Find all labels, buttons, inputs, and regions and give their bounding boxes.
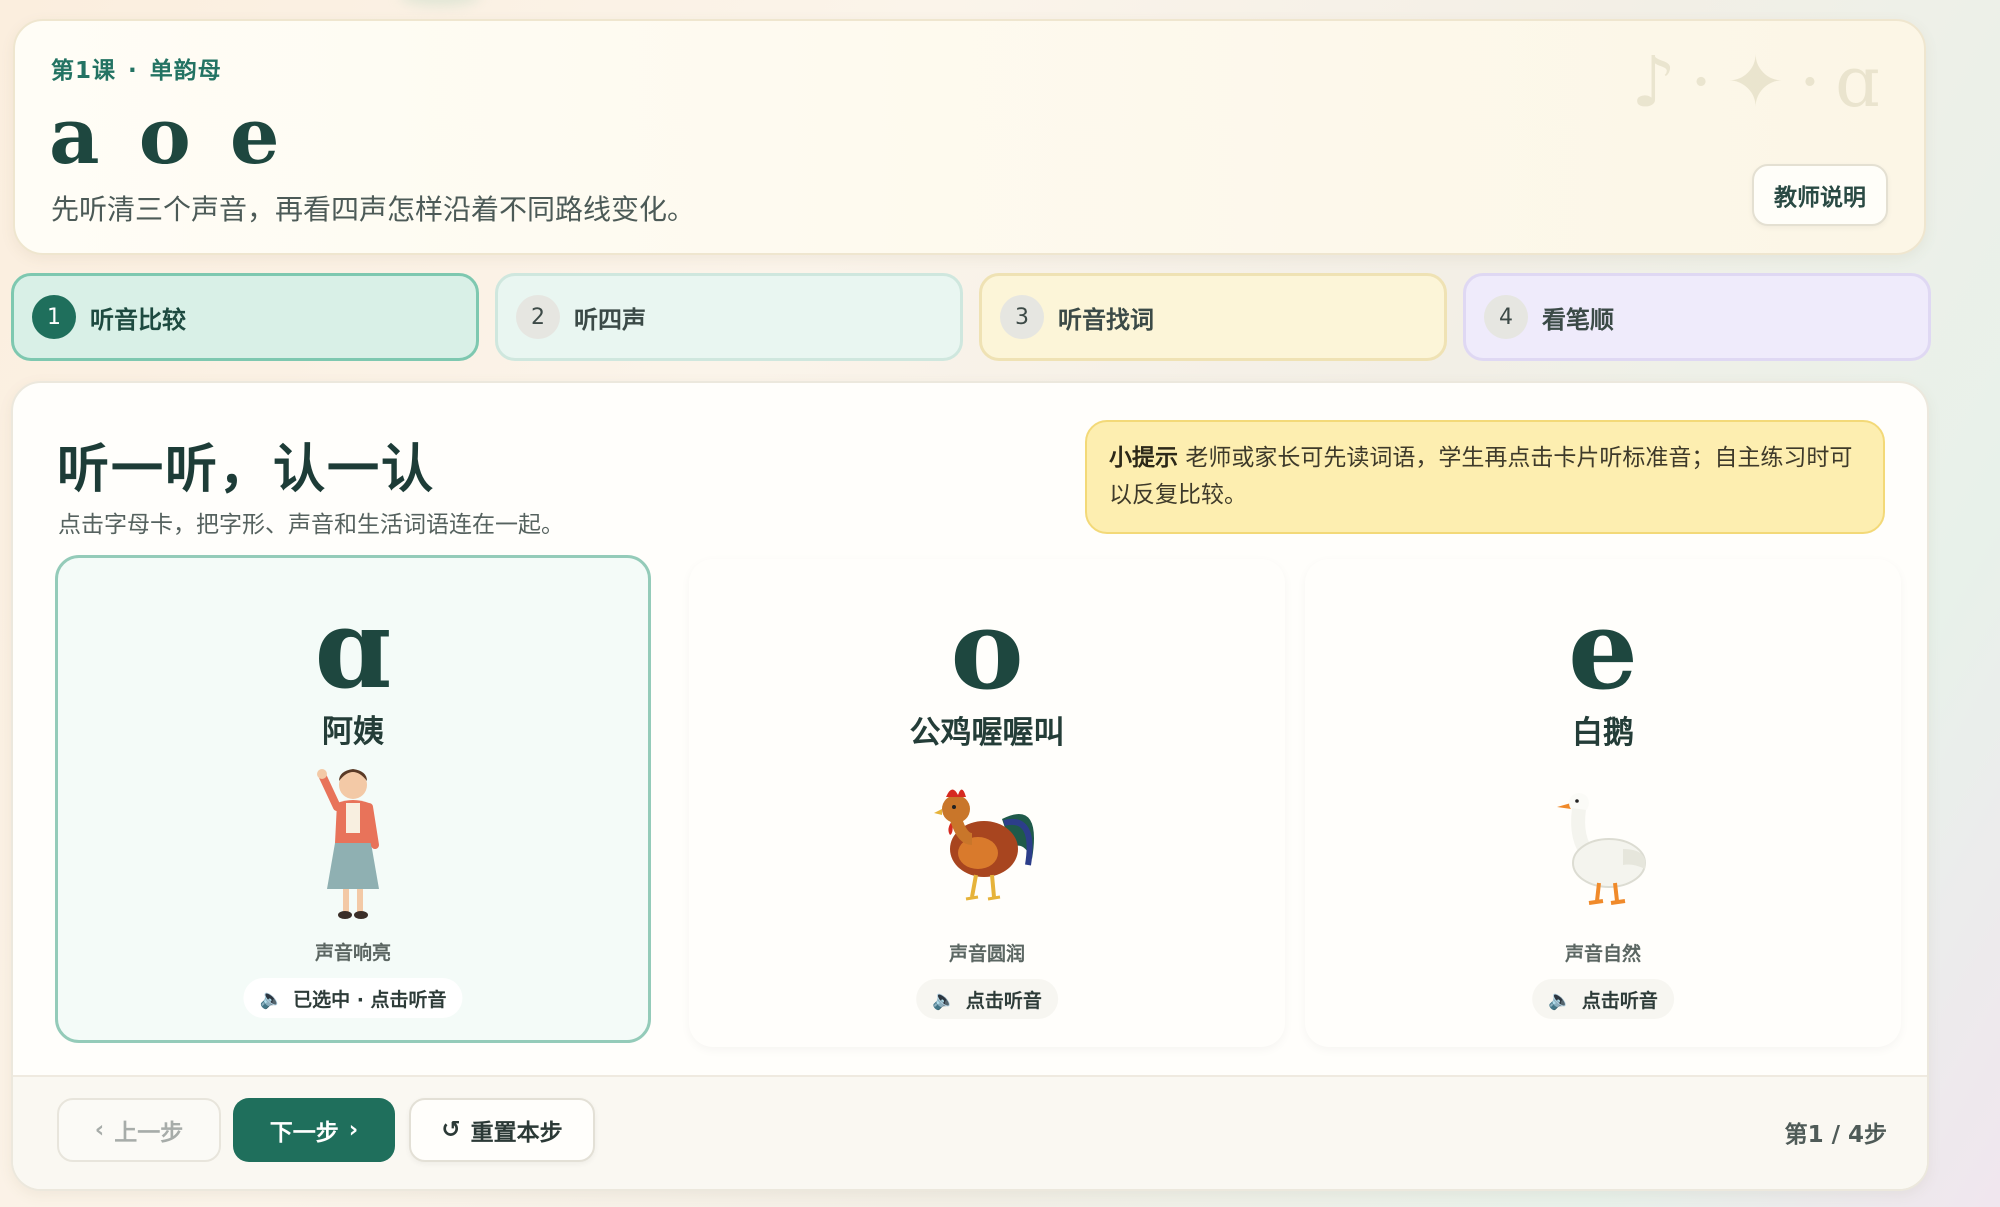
breadcrumb: 第1课 · 单韵母 bbox=[51, 58, 222, 84]
letter-card-o[interactable]: o 公鸡喔喔叫 声音圆润 🔈 点击听音 bbox=[689, 559, 1285, 1047]
step-number: 3 bbox=[1000, 295, 1044, 339]
letter: ɑ bbox=[314, 584, 392, 713]
word: 阿姨 bbox=[322, 714, 384, 750]
tip-box: 小提示 老师或家长可先读词语，学生再点击卡片听标准音；自主练习时可以反复比较。 bbox=[1085, 420, 1885, 534]
play-label: 已选中 · 点击听音 bbox=[293, 988, 447, 1011]
tip-text: 老师或家长可先读词语，学生再点击卡片听标准音；自主练习时可以反复比较。 bbox=[1109, 445, 1853, 508]
next-label: 下一步 bbox=[269, 1120, 339, 1146]
chevron-left-icon: ‹ bbox=[94, 1117, 105, 1143]
speaker-icon: 🔈 bbox=[259, 987, 284, 1010]
decorative-icons: ♪·✦·ɑ bbox=[1631, 41, 1894, 123]
lesson-footer: ‹ 上一步 下一步 › ↺ 重置本步 第1 / 4步 bbox=[13, 1075, 1927, 1189]
play-label: 点击听音 bbox=[1581, 989, 1658, 1012]
tab-step-3[interactable]: 3 听音找词 bbox=[979, 273, 1447, 361]
section-description: 点击字母卡，把字形、声音和生活词语连在一起。 bbox=[58, 512, 564, 538]
play-sound-button[interactable]: 🔈 已选中 · 点击听音 bbox=[243, 978, 463, 1018]
lesson-content: 听一听，认一认 点击字母卡，把字形、声音和生活词语连在一起。 小提示 老师或家长… bbox=[11, 381, 1929, 1191]
background-decoration bbox=[400, 0, 480, 6]
reset-step-button[interactable]: ↺ 重置本步 bbox=[409, 1098, 595, 1162]
chevron-right-icon: › bbox=[348, 1117, 359, 1143]
speaker-icon: 🔈 bbox=[1548, 988, 1572, 1011]
unit-name: 单韵母 bbox=[149, 58, 222, 84]
letter-card-a[interactable]: ɑ 阿姨 声音响亮 🔈 已选中 · 点击听音 bbox=[55, 555, 651, 1043]
play-sound-button[interactable]: 🔈 点击听音 bbox=[916, 979, 1058, 1019]
word: 白鹅 bbox=[1572, 715, 1634, 751]
tab-step-2[interactable]: 2 听四声 bbox=[495, 273, 963, 361]
next-step-button[interactable]: 下一步 › bbox=[233, 1098, 395, 1162]
tab-step-1[interactable]: 1 听音比较 bbox=[11, 273, 479, 361]
tab-step-4[interactable]: 4 看笔顺 bbox=[1463, 273, 1931, 361]
step-label: 听四声 bbox=[574, 305, 646, 334]
section-title: 听一听，认一认 bbox=[57, 440, 436, 500]
tip-label: 小提示 bbox=[1109, 445, 1178, 471]
step-progress: 第1 / 4步 bbox=[1784, 1122, 1887, 1148]
previous-step-button[interactable]: ‹ 上一步 bbox=[57, 1098, 221, 1162]
step-number: 4 bbox=[1484, 295, 1528, 339]
play-label: 点击听音 bbox=[965, 989, 1042, 1012]
play-sound-button[interactable]: 🔈 点击听音 bbox=[1532, 979, 1674, 1019]
step-number: 2 bbox=[516, 295, 560, 339]
letter-card-e[interactable]: e 白鹅 声音自然 🔈 点击听音 bbox=[1305, 559, 1901, 1047]
letter: o bbox=[950, 585, 1024, 714]
reset-icon: ↺ bbox=[441, 1117, 461, 1143]
teacher-notes-button[interactable]: 教师说明 bbox=[1752, 164, 1888, 226]
step-label: 听音比较 bbox=[90, 305, 186, 334]
sound-note: 声音圆润 bbox=[948, 943, 1025, 965]
lesson-header: 第1课 · 单韵母 a o e 先听清三个声音，再看四声怎样沿着不同路线变化。 ♪·… bbox=[13, 19, 1926, 255]
rooster-icon bbox=[912, 764, 1062, 924]
speaker-icon: 🔈 bbox=[932, 988, 956, 1011]
woman-waving-icon bbox=[278, 763, 428, 923]
goose-icon bbox=[1528, 764, 1678, 924]
step-tabs: 1 听音比较 2 听四声 3 听音找词 4 看笔顺 bbox=[11, 273, 1931, 363]
sound-note: 声音自然 bbox=[1564, 943, 1641, 965]
reset-label: 重置本步 bbox=[470, 1120, 563, 1146]
step-number: 1 bbox=[32, 295, 76, 339]
sound-note: 声音响亮 bbox=[314, 942, 391, 964]
lesson-number: 第1课 bbox=[51, 58, 117, 84]
letter: e bbox=[1568, 585, 1638, 714]
word: 公鸡喔喔叫 bbox=[909, 715, 1065, 751]
page-subtitle: 先听清三个声音，再看四声怎样沿着不同路线变化。 bbox=[51, 193, 696, 226]
step-label: 看笔顺 bbox=[1542, 305, 1614, 334]
previous-label: 上一步 bbox=[114, 1120, 184, 1146]
page-title: a o e bbox=[49, 91, 286, 182]
step-label: 听音找词 bbox=[1058, 305, 1154, 334]
